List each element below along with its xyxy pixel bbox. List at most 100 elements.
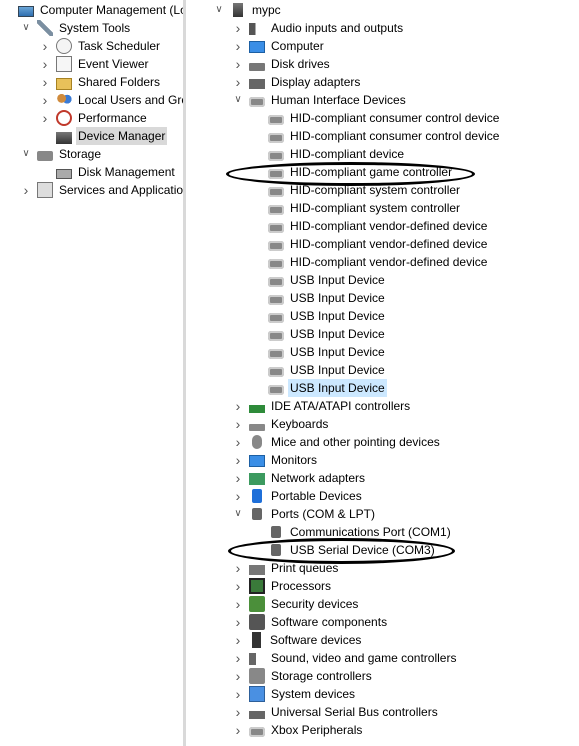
expanded-chevron-icon[interactable]: ∨ bbox=[233, 505, 243, 523]
tree-item-hid-compliant-consumer-control-device[interactable]: HID-compliant consumer control device bbox=[252, 127, 501, 145]
tree-item-label: HID-compliant vendor-defined device bbox=[290, 255, 488, 269]
device-manager-icon bbox=[56, 131, 72, 144]
tree-item-hid-compliant-system-controller[interactable]: HID-compliant system controller bbox=[252, 199, 462, 217]
tree-item-software-components[interactable]: › Software components bbox=[233, 613, 389, 631]
tree-item-disk-management[interactable]: Disk Management bbox=[40, 163, 177, 181]
tree-item-label: HID-compliant system controller bbox=[290, 201, 461, 215]
tree-item-disk-drives[interactable]: › Disk drives bbox=[233, 55, 332, 73]
tree-item-label: Communications Port (COM1) bbox=[290, 525, 451, 539]
tree-item-audio-inputs-and-outputs[interactable]: › Audio inputs and outputs bbox=[233, 19, 405, 37]
tree-item-security-devices[interactable]: › Security devices bbox=[233, 595, 360, 613]
collapsed-chevron-icon[interactable]: › bbox=[233, 397, 243, 415]
tree-item-communications-port-com1[interactable]: Communications Port (COM1) bbox=[252, 523, 453, 541]
tree-item-usb-input-device[interactable]: USB Input Device bbox=[252, 307, 387, 325]
tree-item-usb-input-device[interactable]: USB Input Device bbox=[252, 361, 387, 379]
tree-item-processors[interactable]: › Processors bbox=[233, 577, 333, 595]
tree-item-mypc[interactable]: ∨ mypc bbox=[214, 1, 283, 19]
collapsed-chevron-icon[interactable]: › bbox=[40, 109, 50, 127]
collapsed-chevron-icon[interactable]: › bbox=[233, 487, 243, 505]
collapsed-chevron-icon[interactable]: › bbox=[233, 19, 243, 37]
tree-item-network-adapters[interactable]: › Network adapters bbox=[233, 469, 367, 487]
collapsed-chevron-icon[interactable]: › bbox=[233, 721, 243, 739]
tree-item-monitors[interactable]: › Monitors bbox=[233, 451, 319, 469]
collapsed-chevron-icon[interactable]: › bbox=[233, 577, 243, 595]
shared-folder-icon bbox=[56, 77, 72, 90]
collapsed-chevron-icon[interactable]: › bbox=[40, 73, 50, 91]
collapsed-chevron-icon[interactable]: › bbox=[233, 559, 243, 577]
tree-item-universal-serial-bus-controllers[interactable]: › Universal Serial Bus controllers bbox=[233, 703, 440, 721]
collapsed-chevron-icon[interactable]: › bbox=[233, 55, 243, 73]
tree-item-event-viewer[interactable]: › Event Viewer bbox=[40, 55, 150, 73]
tree-item-performance[interactable]: › Performance bbox=[40, 109, 149, 127]
expanded-chevron-icon[interactable]: ∨ bbox=[21, 19, 31, 37]
expanded-chevron-icon[interactable]: ∨ bbox=[21, 145, 31, 163]
tree-item-usb-input-device[interactable]: USB Input Device bbox=[252, 271, 387, 289]
expanded-chevron-icon[interactable]: ∨ bbox=[233, 91, 243, 109]
tree-item-hid-compliant-consumer-control-device[interactable]: HID-compliant consumer control device bbox=[252, 109, 501, 127]
tree-item-hid-compliant-device[interactable]: HID-compliant device bbox=[252, 145, 406, 163]
tree-item-storage[interactable]: ∨ Storage bbox=[21, 145, 103, 163]
collapsed-chevron-icon[interactable]: › bbox=[233, 631, 243, 649]
performance-icon bbox=[56, 110, 72, 126]
tree-item-usb-input-device[interactable]: USB Input Device bbox=[252, 289, 387, 307]
tree-item-shared-folders[interactable]: › Shared Folders bbox=[40, 73, 162, 91]
tree-item-label: USB Input Device bbox=[290, 273, 385, 287]
tree-item-usb-serial-device-com3[interactable]: USB Serial Device (COM3) bbox=[252, 541, 437, 559]
collapsed-chevron-icon[interactable]: › bbox=[40, 37, 50, 55]
tree-item-hid-compliant-system-controller[interactable]: HID-compliant system controller bbox=[252, 181, 462, 199]
tree-item-computer[interactable]: › Computer bbox=[233, 37, 326, 55]
tree-item-computer-management-local[interactable]: Computer Management (Local bbox=[2, 1, 183, 19]
tree-item-system-devices[interactable]: › System devices bbox=[233, 685, 357, 703]
tree-item-system-tools[interactable]: ∨ System Tools bbox=[21, 19, 132, 37]
expanded-chevron-icon[interactable]: ∨ bbox=[214, 1, 224, 19]
collapsed-chevron-icon[interactable]: › bbox=[233, 613, 243, 631]
tree-item-portable-devices[interactable]: › Portable Devices bbox=[233, 487, 364, 505]
collapsed-chevron-icon[interactable]: › bbox=[233, 37, 243, 55]
collapsed-chevron-icon[interactable]: › bbox=[233, 451, 243, 469]
computer-management-icon bbox=[18, 5, 34, 17]
tree-item-keyboards[interactable]: › Keyboards bbox=[233, 415, 330, 433]
tree-item-sound-video-and-game-controllers[interactable]: › Sound, video and game controllers bbox=[233, 649, 458, 667]
device-tree-pane[interactable]: ∨ mypc › Audio inputs and outputs › Computer ›… bbox=[186, 0, 579, 746]
collapsed-chevron-icon[interactable]: › bbox=[21, 181, 31, 199]
collapsed-chevron-icon[interactable]: › bbox=[233, 595, 243, 613]
tree-item-mice-and-other-pointing-devices[interactable]: › Mice and other pointing devices bbox=[233, 433, 442, 451]
tree-item-human-interface-devices[interactable]: ∨ Human Interface Devices bbox=[233, 91, 408, 109]
collapsed-chevron-icon[interactable]: › bbox=[233, 415, 243, 433]
tree-item-software-devices[interactable]: › Software devices bbox=[233, 631, 363, 649]
collapsed-chevron-icon[interactable]: › bbox=[233, 649, 243, 667]
tree-item-local-users-and-groups[interactable]: › Local Users and Groups bbox=[40, 91, 183, 109]
tree-item-hid-compliant-vendor-defined-device[interactable]: HID-compliant vendor-defined device bbox=[252, 235, 489, 253]
tree-item-label: Audio inputs and outputs bbox=[271, 21, 404, 35]
collapsed-chevron-icon[interactable]: › bbox=[233, 703, 243, 721]
tree-item-storage-controllers[interactable]: › Storage controllers bbox=[233, 667, 374, 685]
collapsed-chevron-icon[interactable]: › bbox=[233, 667, 243, 685]
tree-item-hid-compliant-vendor-defined-device[interactable]: HID-compliant vendor-defined device bbox=[252, 253, 489, 271]
tree-item-hid-compliant-game-controller[interactable]: HID-compliant game controller bbox=[252, 163, 454, 181]
tree-item-device-manager[interactable]: Device Manager bbox=[40, 127, 168, 145]
pc-icon bbox=[233, 3, 243, 17]
tree-item-ide-ata-atapi-controllers[interactable]: › IDE ATA/ATAPI controllers bbox=[233, 397, 412, 415]
hid-icon bbox=[268, 151, 284, 161]
collapsed-chevron-icon[interactable]: › bbox=[233, 73, 243, 91]
tree-item-label: USB Input Device bbox=[290, 327, 385, 341]
tree-item-label: Display adapters bbox=[271, 75, 361, 89]
tree-item-usb-input-device[interactable]: USB Input Device bbox=[252, 325, 387, 343]
tree-item-usb-input-device[interactable]: USB Input Device bbox=[252, 343, 387, 361]
tree-item-services-and-applications[interactable]: › Services and Applications bbox=[21, 181, 183, 199]
tree-item-usb-input-device[interactable]: USB Input Device bbox=[252, 379, 387, 397]
tree-item-print-queues[interactable]: › Print queues bbox=[233, 559, 340, 577]
collapsed-chevron-icon[interactable]: › bbox=[233, 433, 243, 451]
collapsed-chevron-icon[interactable]: › bbox=[40, 55, 50, 73]
tree-item-xbox-peripherals[interactable]: › Xbox Peripherals bbox=[233, 721, 364, 739]
tree-item-ports-com-lpt[interactable]: ∨ Ports (COM & LPT) bbox=[233, 505, 377, 523]
collapsed-chevron-icon[interactable]: › bbox=[40, 91, 50, 109]
tree-item-task-scheduler[interactable]: › Task Scheduler bbox=[40, 37, 162, 55]
collapsed-chevron-icon[interactable]: › bbox=[233, 469, 243, 487]
tree-item-display-adapters[interactable]: › Display adapters bbox=[233, 73, 362, 91]
tree-item-hid-compliant-vendor-defined-device[interactable]: HID-compliant vendor-defined device bbox=[252, 217, 489, 235]
console-tree-pane[interactable]: Computer Management (Local ∨ System Tools ›… bbox=[0, 0, 183, 746]
collapsed-chevron-icon[interactable]: › bbox=[233, 685, 243, 703]
